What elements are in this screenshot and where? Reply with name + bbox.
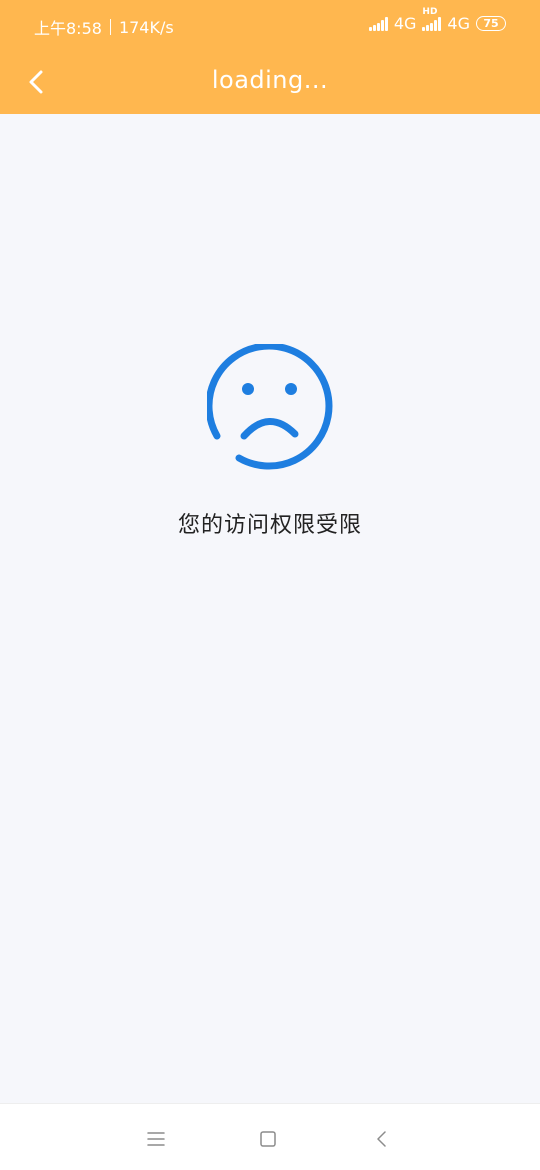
status-left: 上午8:58 174K/s: [34, 15, 174, 39]
home-button[interactable]: [253, 1126, 283, 1152]
hd-label: HD: [422, 6, 438, 17]
system-navigation-bar: [0, 1103, 540, 1170]
system-back-button[interactable]: [367, 1126, 397, 1152]
battery-level: 75: [483, 17, 499, 30]
screen: 上午8:58 174K/s 4G HD 4G 75 loading... 您的访…: [0, 0, 540, 1170]
status-right: 4G HD 4G 75: [368, 7, 506, 33]
back-icon: [377, 1131, 386, 1147]
navigation-bar: loading...: [0, 52, 540, 114]
top-bar: 上午8:58 174K/s 4G HD 4G 75 loading...: [0, 0, 540, 114]
network-speed: 174K/s: [118, 17, 174, 37]
network-type-2: 4G: [447, 14, 470, 33]
signal-icon: [368, 16, 388, 31]
signal-icon: [422, 16, 442, 31]
main-content: 您的访问权限受限: [0, 114, 540, 1104]
sad-face-icon: [207, 344, 333, 470]
status-bar: 上午8:58 174K/s 4G HD 4G 75: [0, 0, 540, 52]
page-title: loading...: [211, 66, 329, 94]
battery-icon: 75: [476, 16, 506, 31]
hd-badge: HD: [422, 7, 442, 31]
status-time: 上午8:58: [34, 19, 102, 38]
status-separator: [109, 19, 111, 35]
network-type-1: 4G: [393, 14, 417, 33]
menu-icon: [147, 1132, 165, 1146]
home-icon: [260, 1131, 276, 1147]
access-restricted-message: 您的访问权限受限: [177, 513, 362, 538]
menu-button[interactable]: [141, 1126, 171, 1152]
